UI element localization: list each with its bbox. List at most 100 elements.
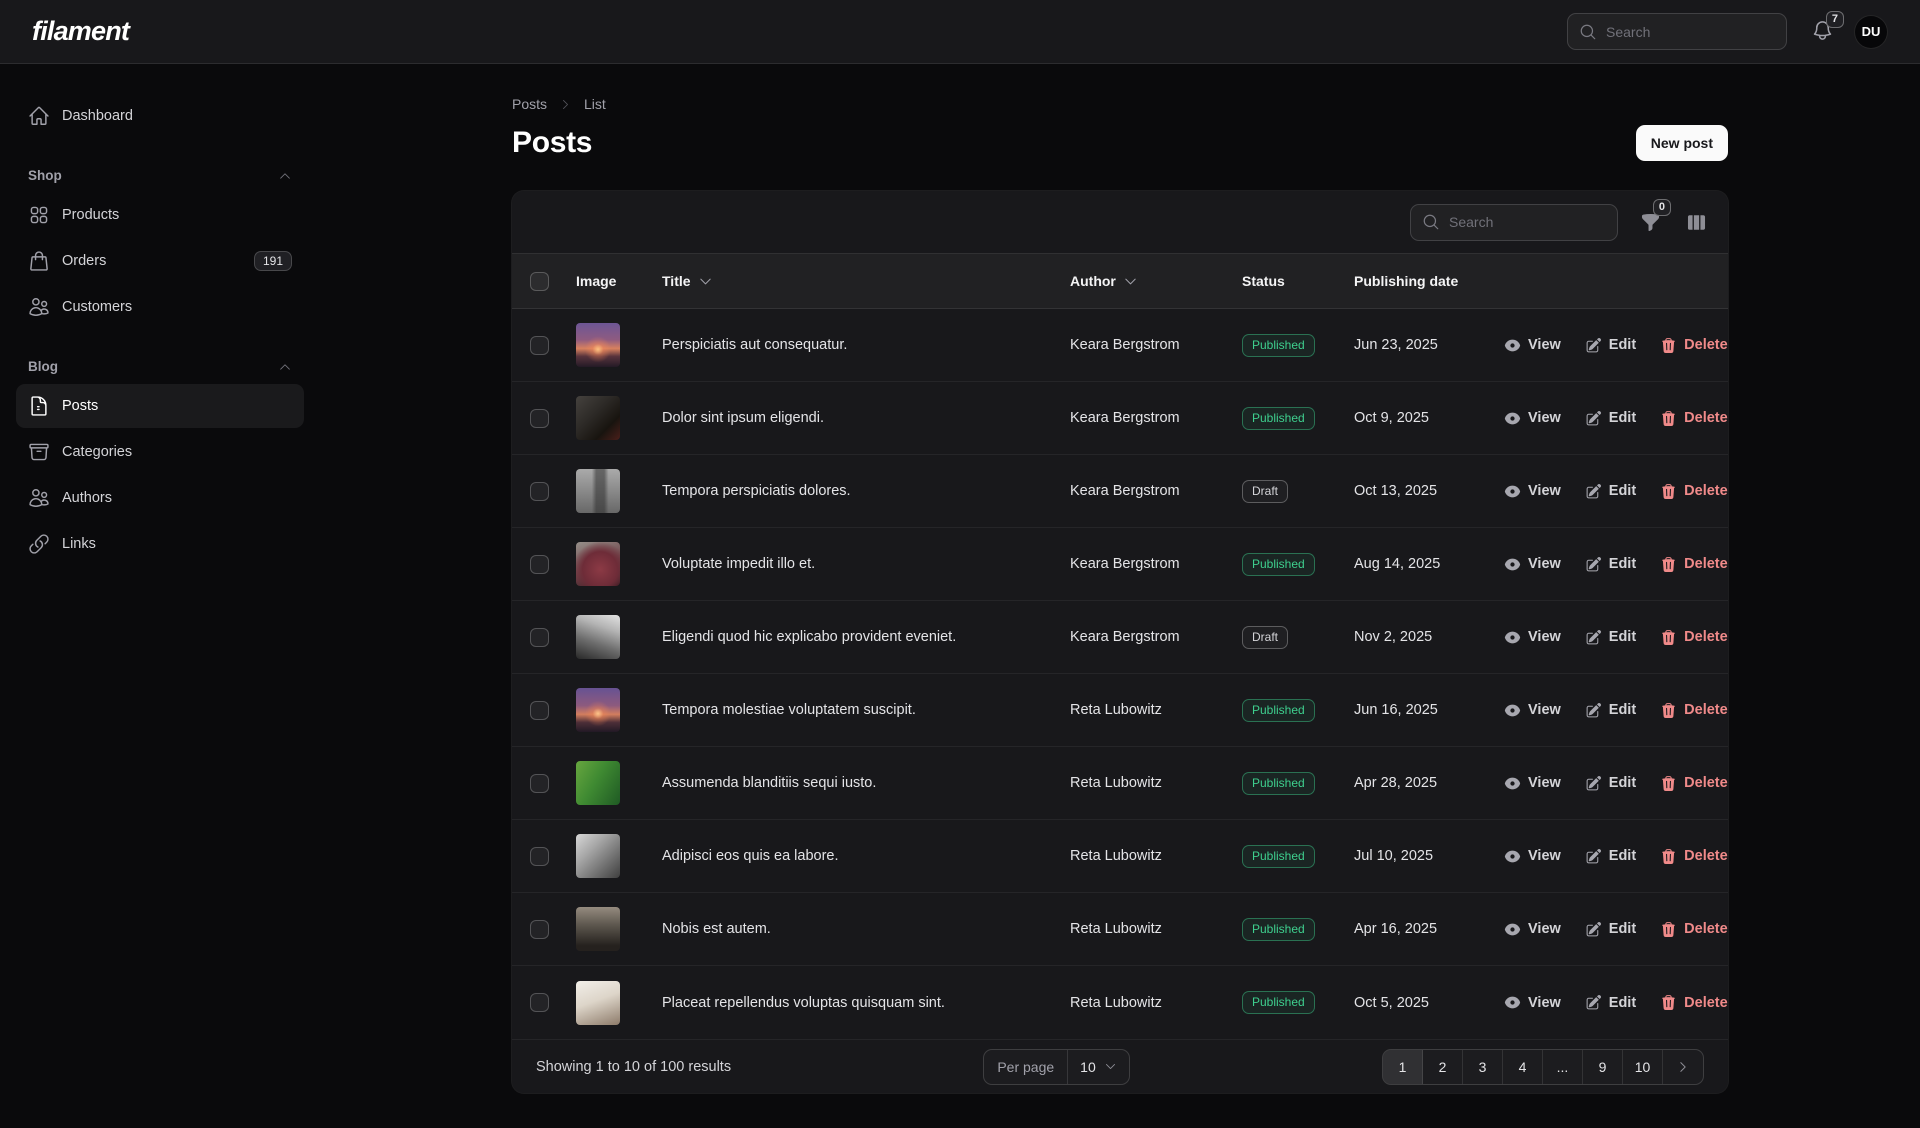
- table-search[interactable]: [1410, 204, 1618, 241]
- brand-logo[interactable]: filament: [32, 16, 129, 47]
- sidebar-group-label: Blog: [28, 359, 58, 374]
- edit-action-button[interactable]: Edit: [1585, 410, 1636, 427]
- view-action-button[interactable]: View: [1504, 337, 1561, 354]
- pagination-page-1[interactable]: 1: [1383, 1050, 1423, 1084]
- row-checkbox[interactable]: [530, 993, 549, 1012]
- users-icon: [28, 296, 50, 318]
- sidebar-item-orders[interactable]: Orders191: [16, 239, 304, 283]
- row-actions: ViewEditDelete: [1504, 702, 1716, 719]
- pencil-square-icon: [1585, 483, 1602, 500]
- row-checkbox[interactable]: [530, 774, 549, 793]
- delete-action-button[interactable]: Delete: [1660, 410, 1728, 427]
- filter-button[interactable]: 0: [1636, 208, 1664, 236]
- table-row[interactable]: Dolor sint ipsum eligendi.Keara Bergstro…: [512, 382, 1728, 455]
- sidebar-item-dashboard[interactable]: Dashboard: [16, 94, 304, 138]
- view-action-button[interactable]: View: [1504, 994, 1561, 1011]
- row-checkbox[interactable]: [530, 847, 549, 866]
- view-action-button[interactable]: View: [1504, 556, 1561, 573]
- table-row[interactable]: Nobis est autem.Reta LubowitzPublishedAp…: [512, 893, 1728, 966]
- delete-action-button[interactable]: Delete: [1660, 848, 1728, 865]
- delete-action-button[interactable]: Delete: [1660, 483, 1728, 500]
- publishing-date: Jul 10, 2025: [1354, 848, 1504, 864]
- row-checkbox[interactable]: [530, 482, 549, 501]
- row-checkbox[interactable]: [530, 555, 549, 574]
- row-checkbox[interactable]: [530, 336, 549, 355]
- view-action-button[interactable]: View: [1504, 848, 1561, 865]
- table-row[interactable]: Adipisci eos quis ea labore.Reta Lubowit…: [512, 820, 1728, 893]
- post-title: Perspiciatis aut consequatur.: [662, 337, 1070, 353]
- view-action-button[interactable]: View: [1504, 483, 1561, 500]
- delete-action-button[interactable]: Delete: [1660, 337, 1728, 354]
- breadcrumb-posts[interactable]: Posts: [512, 96, 547, 112]
- view-action-button[interactable]: View: [1504, 410, 1561, 427]
- table-row[interactable]: Perspiciatis aut consequatur.Keara Bergs…: [512, 309, 1728, 382]
- table-row[interactable]: Voluptate impedit illo et.Keara Bergstro…: [512, 528, 1728, 601]
- pagination-page-4[interactable]: 4: [1503, 1050, 1543, 1084]
- table-row[interactable]: Tempora perspiciatis dolores.Keara Bergs…: [512, 455, 1728, 528]
- sidebar-group-blog[interactable]: Blog: [16, 359, 304, 374]
- action-label: Edit: [1609, 556, 1636, 572]
- table-row[interactable]: Assumenda blanditiis sequi iusto.Reta Lu…: [512, 747, 1728, 820]
- avatar[interactable]: DU: [1854, 15, 1888, 49]
- action-label: Delete: [1684, 995, 1728, 1011]
- action-label: View: [1528, 995, 1561, 1011]
- delete-action-button[interactable]: Delete: [1660, 921, 1728, 938]
- column-header-author[interactable]: Author: [1070, 273, 1242, 289]
- new-post-button[interactable]: New post: [1636, 125, 1728, 161]
- delete-action-button[interactable]: Delete: [1660, 775, 1728, 792]
- sidebar-item-categories[interactable]: Categories: [16, 430, 304, 474]
- view-action-button[interactable]: View: [1504, 775, 1561, 792]
- delete-action-button[interactable]: Delete: [1660, 629, 1728, 646]
- edit-action-button[interactable]: Edit: [1585, 702, 1636, 719]
- edit-action-button[interactable]: Edit: [1585, 483, 1636, 500]
- sidebar-item-authors[interactable]: Authors: [16, 476, 304, 520]
- trash-icon: [1660, 483, 1677, 500]
- sidebar-item-label: Dashboard: [62, 108, 133, 124]
- delete-action-button[interactable]: Delete: [1660, 556, 1728, 573]
- users-icon: [28, 487, 50, 509]
- pagination-page-2[interactable]: 2: [1423, 1050, 1463, 1084]
- toggle-columns-button[interactable]: [1682, 208, 1710, 236]
- sidebar-item-label: Links: [62, 536, 96, 552]
- edit-action-button[interactable]: Edit: [1585, 337, 1636, 354]
- main-area: Posts List Posts New post 0: [320, 64, 1920, 1128]
- table-search-input[interactable]: [1449, 214, 1606, 230]
- edit-action-button[interactable]: Edit: [1585, 994, 1636, 1011]
- column-header-title[interactable]: Title: [662, 273, 1070, 289]
- sidebar-item-posts[interactable]: Posts: [16, 384, 304, 428]
- row-actions: ViewEditDelete: [1504, 921, 1716, 938]
- view-action-button[interactable]: View: [1504, 702, 1561, 719]
- row-checkbox[interactable]: [530, 409, 549, 428]
- edit-action-button[interactable]: Edit: [1585, 775, 1636, 792]
- sidebar-item-products[interactable]: Products: [16, 193, 304, 237]
- pagination-next-button[interactable]: [1663, 1050, 1703, 1084]
- pagination-page-10[interactable]: 10: [1623, 1050, 1663, 1084]
- global-search-input[interactable]: [1606, 24, 1775, 40]
- delete-action-button[interactable]: Delete: [1660, 994, 1728, 1011]
- view-action-button[interactable]: View: [1504, 629, 1561, 646]
- edit-action-button[interactable]: Edit: [1585, 556, 1636, 573]
- select-all-checkbox[interactable]: [530, 272, 549, 291]
- view-action-button[interactable]: View: [1504, 921, 1561, 938]
- edit-action-button[interactable]: Edit: [1585, 921, 1636, 938]
- row-actions: ViewEditDelete: [1504, 556, 1716, 573]
- pagination-page-3[interactable]: 3: [1463, 1050, 1503, 1084]
- pencil-square-icon: [1585, 410, 1602, 427]
- sidebar-item-links[interactable]: Links: [16, 522, 304, 566]
- row-checkbox[interactable]: [530, 628, 549, 647]
- notifications-button[interactable]: 7: [1811, 19, 1834, 45]
- table-row[interactable]: Tempora molestiae voluptatem suscipit.Re…: [512, 674, 1728, 747]
- per-page-select[interactable]: Per page 10: [983, 1049, 1129, 1085]
- global-search[interactable]: [1567, 13, 1787, 50]
- row-checkbox[interactable]: [530, 701, 549, 720]
- row-checkbox[interactable]: [530, 920, 549, 939]
- pagination-page-9[interactable]: 9: [1583, 1050, 1623, 1084]
- edit-action-button[interactable]: Edit: [1585, 629, 1636, 646]
- edit-action-button[interactable]: Edit: [1585, 848, 1636, 865]
- sidebar-group-shop[interactable]: Shop: [16, 168, 304, 183]
- chevron-right-icon: [1676, 1060, 1690, 1074]
- delete-action-button[interactable]: Delete: [1660, 702, 1728, 719]
- table-row[interactable]: Placeat repellendus voluptas quisquam si…: [512, 966, 1728, 1039]
- table-row[interactable]: Eligendi quod hic explicabo provident ev…: [512, 601, 1728, 674]
- sidebar-item-customers[interactable]: Customers: [16, 285, 304, 329]
